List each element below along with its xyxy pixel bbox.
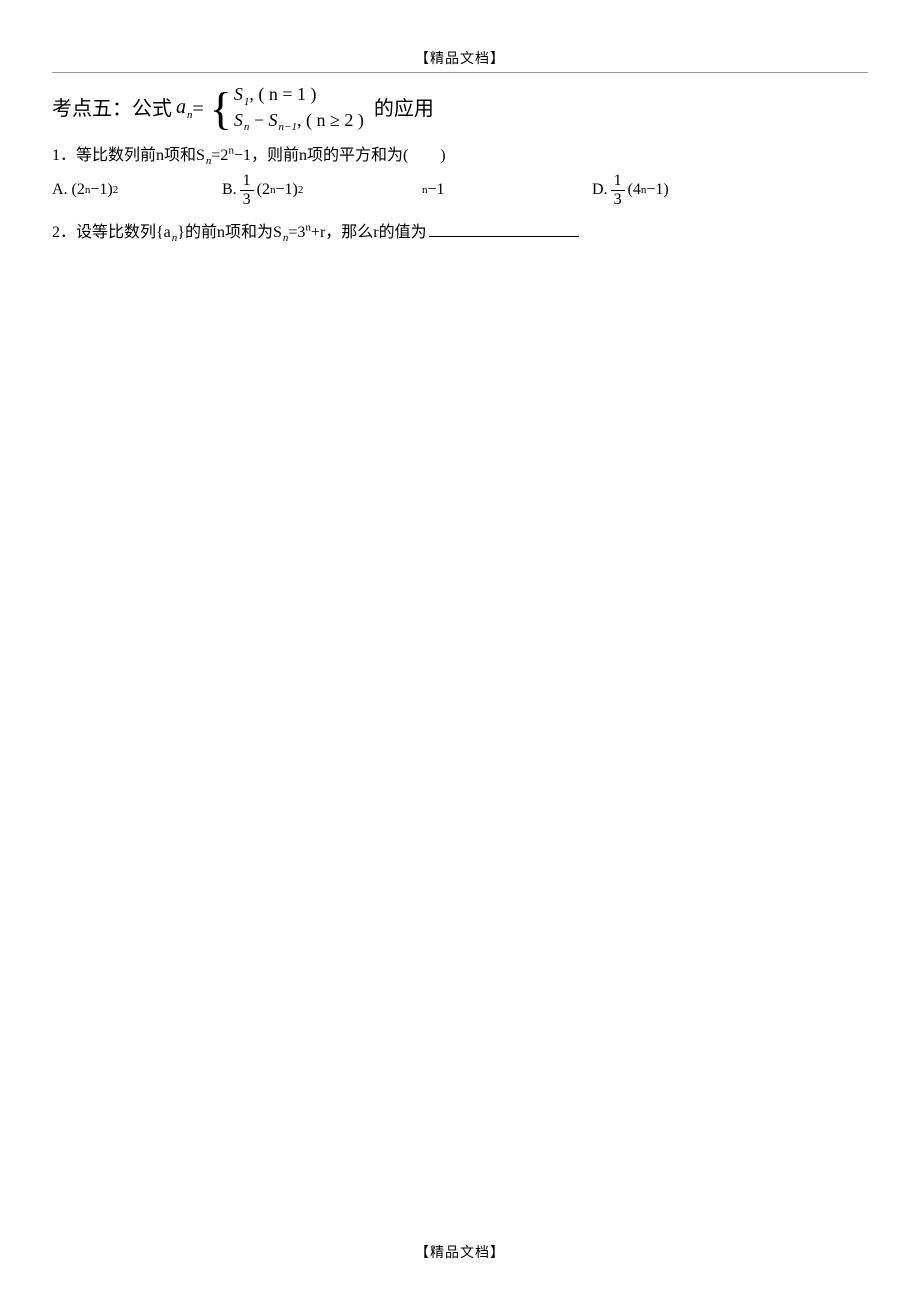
optA-tail: −1)	[90, 181, 112, 199]
header-divider	[52, 72, 868, 73]
case2-subb: n−1	[279, 121, 297, 133]
case1-tail: , ( n = 1 )	[249, 84, 316, 104]
optD-mid-b: −1)	[646, 181, 668, 199]
optB-square: 2	[298, 184, 304, 196]
case-2: Sn − Sn−1, ( n ≥ 2 )	[234, 109, 364, 135]
case-1: S1, ( n = 1 )	[234, 83, 364, 109]
topic-heading: 考点五：公式 an = { S1, ( n = 1 ) Sn − Sn−1, (…	[52, 83, 868, 135]
optD-mid-a: (4	[628, 181, 641, 199]
q1-text-c: −1，则前n项的平方和为( )	[234, 147, 446, 164]
question-1-options: A. (2n−1)2 B. 1 3 (2n−1)2 n−1 D. 1 3 (4n…	[52, 173, 868, 208]
page-footer-label: 【精品文档】	[0, 1242, 920, 1262]
optB-label: B.	[222, 181, 237, 199]
optD-fraction: 1 3	[611, 173, 625, 208]
case2-minus: −	[249, 110, 268, 130]
topic-formula: an = { S1, ( n = 1 ) Sn − Sn−1, ( n ≥ 2 …	[176, 83, 364, 135]
option-c[interactable]: n−1	[422, 181, 592, 199]
case1-S: S	[234, 84, 243, 104]
q2-text-b: }的前n项和为S	[177, 224, 282, 241]
case2-Sb: S	[269, 110, 278, 130]
optD-label: D.	[592, 181, 608, 199]
page-header-label: 【精品文档】	[52, 48, 868, 68]
question-1: 1．等比数列前n项和Sn=2n−1，则前n项的平方和为( )	[52, 141, 868, 167]
var-a: a	[176, 96, 186, 118]
case2-tail: , ( n ≥ 2 )	[297, 110, 364, 130]
optD-frac-den: 3	[611, 191, 625, 208]
equals-sign: =	[193, 97, 204, 121]
optC-tail: −1	[428, 181, 445, 199]
left-brace-icon: {	[210, 86, 232, 132]
optB-frac-num: 1	[240, 173, 254, 191]
option-b[interactable]: B. 1 3 (2n−1)2	[222, 173, 422, 208]
document-page: 【精品文档】 考点五：公式 an = { S1, ( n = 1 ) Sn − …	[0, 0, 920, 1302]
q1-text-b: =2	[211, 147, 228, 164]
option-a[interactable]: A. (2n−1)2	[52, 181, 222, 199]
q2-text-a: 2．设等比数列{a	[52, 224, 171, 241]
optB-mid-b: −1)	[276, 181, 298, 199]
optB-mid-a: (2	[257, 181, 270, 199]
piecewise-brace: { S1, ( n = 1 ) Sn − Sn−1, ( n ≥ 2 )	[210, 83, 364, 135]
q2-text-c: =3	[288, 224, 305, 241]
option-d[interactable]: D. 1 3 (4n−1)	[592, 173, 868, 208]
case2-Sa: S	[234, 110, 243, 130]
question-2: 2．设等比数列{an}的前n项和为Sn=3n+r，那么r的值为	[52, 218, 868, 244]
topic-suffix: 的应用	[374, 97, 434, 121]
q2-text-d: +r，那么r的值为	[311, 224, 427, 241]
optB-frac-den: 3	[240, 191, 254, 208]
answer-blank[interactable]	[429, 222, 579, 237]
optD-frac-num: 1	[611, 173, 625, 191]
optA-label: A. (2	[52, 181, 85, 199]
optB-fraction: 1 3	[240, 173, 254, 208]
optA-square: 2	[113, 184, 119, 196]
topic-prefix: 考点五：公式	[52, 97, 172, 121]
q1-text-a: 1．等比数列前n项和S	[52, 147, 205, 164]
